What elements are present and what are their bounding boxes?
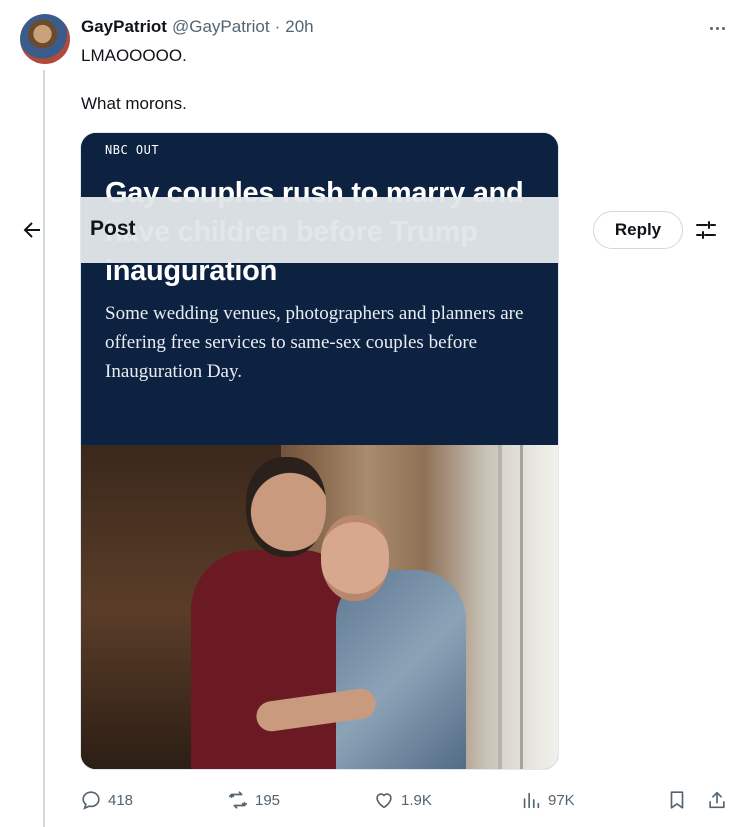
separator-dot: · (274, 17, 281, 36)
page-title: Post (90, 217, 136, 240)
user-handle[interactable]: @GayPatriot (172, 17, 270, 37)
card-photo[interactable] (81, 445, 558, 769)
tweet-header: GayPatriot @GayPatriot · 20h (81, 17, 314, 37)
photo-person-right-head (321, 515, 389, 601)
photo-window (498, 445, 558, 769)
card-subhead: Some wedding venues, photographers and p… (105, 303, 524, 382)
reply-action[interactable]: 418 (80, 788, 133, 812)
reply-icon (82, 791, 100, 810)
repost-icon (228, 791, 248, 809)
avatar[interactable] (20, 14, 70, 64)
sliders-icon[interactable] (694, 218, 718, 242)
tweet-actions: 418 195 1.9K 97K (80, 788, 730, 812)
views-action[interactable]: 97K (520, 788, 575, 812)
thread-line (43, 70, 45, 827)
topbar-backdrop (80, 197, 559, 263)
arrow-left-icon[interactable] (20, 218, 44, 242)
sticky-topbar: Post Reply (0, 197, 747, 263)
bookmark-icon (670, 791, 684, 809)
card-text-panel: NBC OUT Gay couples rush to marry and ha… (81, 133, 558, 445)
display-name[interactable]: GayPatriot (81, 17, 167, 37)
reply-count: 418 (108, 791, 134, 809)
repost-count: 195 (255, 791, 281, 809)
tweet-text: LMAOOOOO. What morons. (81, 46, 187, 113)
timestamp[interactable]: 20h (285, 17, 313, 37)
card-source: NBC OUT (105, 143, 160, 157)
share-icon (709, 791, 725, 809)
views-count: 97K (548, 791, 575, 809)
heart-icon (376, 793, 392, 809)
share-action[interactable] (706, 788, 728, 812)
like-action[interactable]: 1.9K (373, 788, 432, 812)
analytics-icon (523, 792, 540, 809)
reply-button[interactable]: Reply (593, 211, 683, 249)
like-count: 1.9K (401, 791, 432, 809)
photo-person-left-head (246, 457, 326, 557)
bookmark-action[interactable] (666, 788, 688, 812)
repost-action[interactable]: 195 (227, 788, 280, 812)
more-horizontal-icon[interactable] (707, 18, 727, 38)
